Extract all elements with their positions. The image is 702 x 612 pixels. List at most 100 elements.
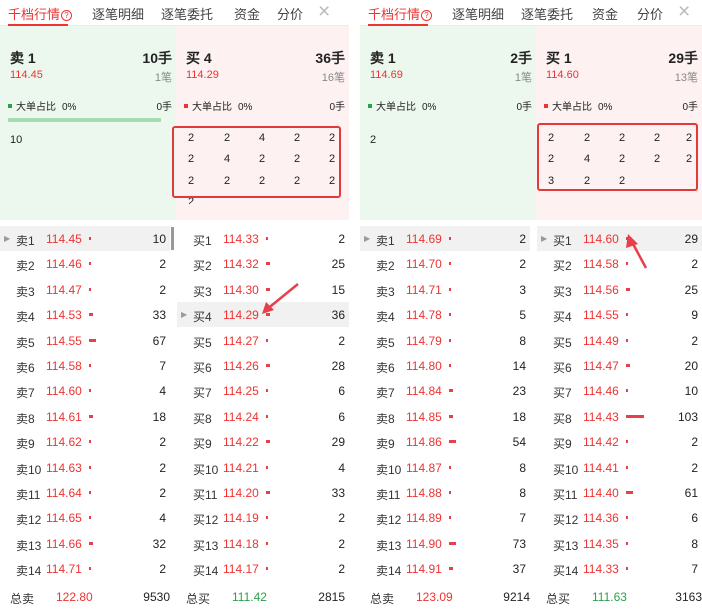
- ask-level-row[interactable]: 卖9 114.62 2: [0, 429, 170, 454]
- ask-level-row[interactable]: 卖5 114.79 8: [360, 328, 530, 353]
- queue-highlight-box: [537, 123, 698, 191]
- bid-level-row[interactable]: 买1 114.33 2: [177, 226, 349, 251]
- ask-level-row[interactable]: 卖3 114.47 2: [0, 277, 170, 302]
- ask-level-row[interactable]: 卖7 114.84 23: [360, 378, 530, 403]
- bid-level-volume: 33: [331, 486, 345, 500]
- bid-level-label: 买2: [553, 259, 572, 274]
- ask-level-label: 卖5: [376, 335, 395, 350]
- help-icon[interactable]: ?: [421, 10, 433, 21]
- ask-level-price: 114.46: [46, 257, 82, 272]
- tab-tick-detail[interactable]: 逐笔明细: [92, 4, 144, 23]
- bid-level-row[interactable]: 买4 114.55 9: [537, 302, 702, 327]
- bid-level-row[interactable]: 买3 114.56 25: [537, 277, 702, 302]
- ask-level-row[interactable]: ▶ 卖1 114.69 2: [360, 226, 530, 251]
- ask-level-row[interactable]: 卖10 114.87 8: [360, 455, 530, 480]
- bid-level-volume: 8: [691, 536, 698, 551]
- ask-level-label: 卖14: [376, 564, 402, 579]
- tab-price-dist[interactable]: 分价: [277, 4, 303, 23]
- ask-level-volume: 5: [519, 308, 526, 323]
- tab-tick-order[interactable]: 逐笔委托: [521, 4, 573, 23]
- ask-level-row[interactable]: 卖4 114.78 5: [360, 302, 530, 327]
- tab-tick-order[interactable]: 逐笔委托: [161, 4, 213, 23]
- ask-level-row[interactable]: 卖12 114.65 4: [0, 505, 170, 530]
- ask-level-price: 114.63: [46, 460, 82, 475]
- buy-box-title: 买 1: [546, 50, 572, 66]
- ask-level-price: 114.71: [406, 282, 442, 297]
- ask-level-row[interactable]: 卖10 114.63 2: [0, 455, 170, 480]
- sell-queue-item: 2: [370, 134, 377, 146]
- ask-level-row[interactable]: 卖8 114.61 18: [0, 404, 170, 429]
- ask-level-row[interactable]: 卖6 114.58 7: [0, 353, 170, 378]
- sell-queue-item: 10: [10, 134, 23, 146]
- close-icon[interactable]: ×: [318, 1, 330, 23]
- ask-volume-bar: [89, 338, 96, 342]
- tab-bar: 千档行情? 逐笔明细 逐笔委托 资金 分价 ×: [0, 0, 349, 26]
- tab-level-quote[interactable]: 千档行情?: [8, 4, 73, 23]
- ask-level-row[interactable]: 卖3 114.71 3: [360, 277, 530, 302]
- bid-level-row[interactable]: 买14 114.17 2: [177, 556, 349, 581]
- ask-level-row[interactable]: 卖14 114.71 2: [0, 556, 170, 581]
- ask-level-row[interactable]: 卖2 114.70 2: [360, 251, 530, 276]
- ask-level-row[interactable]: 卖4 114.53 33: [0, 302, 170, 327]
- ask-volume-bar: [449, 516, 451, 520]
- bid-level-row[interactable]: 买9 114.42 2: [537, 429, 702, 454]
- bid-level-price: 114.24: [223, 409, 259, 424]
- big-order-ratio: 大单占比 0%: [368, 98, 436, 113]
- ask-volume-bar: [449, 364, 451, 367]
- ask-level-price: 114.88: [406, 486, 442, 500]
- buy-box-count: 13笔: [674, 72, 698, 84]
- bid-level-row[interactable]: 买6 114.26 28: [177, 353, 349, 378]
- ask-level-row[interactable]: 卖14 114.91 37: [360, 556, 530, 581]
- bid-level-row[interactable]: 买7 114.46 10: [537, 378, 702, 403]
- ask-level-row[interactable]: 卖13 114.66 32: [0, 531, 170, 556]
- ask-level-price: 114.80: [406, 359, 442, 373]
- bid-level-row[interactable]: 买8 114.24 6: [177, 404, 349, 429]
- ask-level-row[interactable]: 卖11 114.88 8: [360, 480, 530, 505]
- bid-level-row[interactable]: 买9 114.22 29: [177, 429, 349, 454]
- ask-volume-bar: [89, 313, 93, 317]
- bid-level-row[interactable]: 买2 114.32 25: [177, 251, 349, 276]
- ask-level-row[interactable]: 卖6 114.80 14: [360, 353, 530, 378]
- ask-level-row[interactable]: 卖13 114.90 73: [360, 531, 530, 556]
- bid-level-row[interactable]: 买13 114.18 2: [177, 531, 349, 556]
- bid-level-row[interactable]: 买11 114.20 33: [177, 480, 349, 505]
- bid-level-volume: 6: [338, 384, 345, 399]
- bid-volume-bar: [626, 338, 628, 342]
- scrollbar-thumb[interactable]: [171, 227, 174, 250]
- bid-level-row[interactable]: 买7 114.25 6: [177, 378, 349, 403]
- bid-level-row[interactable]: 买12 114.19 2: [177, 505, 349, 530]
- bid-level-row[interactable]: 买5 114.49 2: [537, 328, 702, 353]
- ask-level-row[interactable]: 卖7 114.60 4: [0, 378, 170, 403]
- tab-level-quote[interactable]: 千档行情?: [368, 4, 433, 23]
- ask-level-row[interactable]: 卖11 114.64 2: [0, 480, 170, 505]
- ask-level-price: 114.61: [46, 409, 82, 424]
- bid-level-row[interactable]: 买10 114.41 2: [537, 455, 702, 480]
- ask-level-row[interactable]: ▶ 卖1 114.45 10: [0, 226, 170, 251]
- tab-funds[interactable]: 资金: [592, 4, 618, 23]
- ask-level-row[interactable]: 卖8 114.85 18: [360, 404, 530, 429]
- ask-level-row[interactable]: 卖2 114.46 2: [0, 251, 170, 276]
- ask-level-label: 卖14: [16, 564, 42, 579]
- bid-level-price: 114.55: [583, 308, 619, 323]
- tab-tick-detail[interactable]: 逐笔明细: [452, 4, 504, 23]
- bid-level-row[interactable]: 买14 114.33 7: [537, 556, 702, 581]
- ask-level-row[interactable]: 卖5 114.55 67: [0, 328, 170, 353]
- close-icon[interactable]: ×: [678, 1, 690, 23]
- ask-level-volume: 7: [159, 359, 166, 373]
- bid-level-row[interactable]: 买10 114.21 4: [177, 455, 349, 480]
- bid-level-row[interactable]: 买13 114.35 8: [537, 531, 702, 556]
- help-icon[interactable]: ?: [61, 10, 73, 21]
- tab-price-dist[interactable]: 分价: [637, 4, 663, 23]
- bid-level-row[interactable]: 买12 114.36 6: [537, 505, 702, 530]
- bid-level-row[interactable]: 买5 114.27 2: [177, 328, 349, 353]
- ask-level-row[interactable]: 卖9 114.86 54: [360, 429, 530, 454]
- bid-level-row[interactable]: 买11 114.40 61: [537, 480, 702, 505]
- bid-level-row[interactable]: 买8 114.43 103: [537, 404, 702, 429]
- ask-level-row[interactable]: 卖12 114.89 7: [360, 505, 530, 530]
- bid-level-row[interactable]: 买6 114.47 20: [537, 353, 702, 378]
- ask-level-volume: 67: [152, 333, 166, 348]
- tab-funds[interactable]: 资金: [234, 4, 260, 23]
- bid-level-volume: 4: [338, 460, 345, 475]
- bid-level-label: 买13: [193, 538, 219, 553]
- big-order-ratio: 大单占比 0%: [544, 98, 612, 113]
